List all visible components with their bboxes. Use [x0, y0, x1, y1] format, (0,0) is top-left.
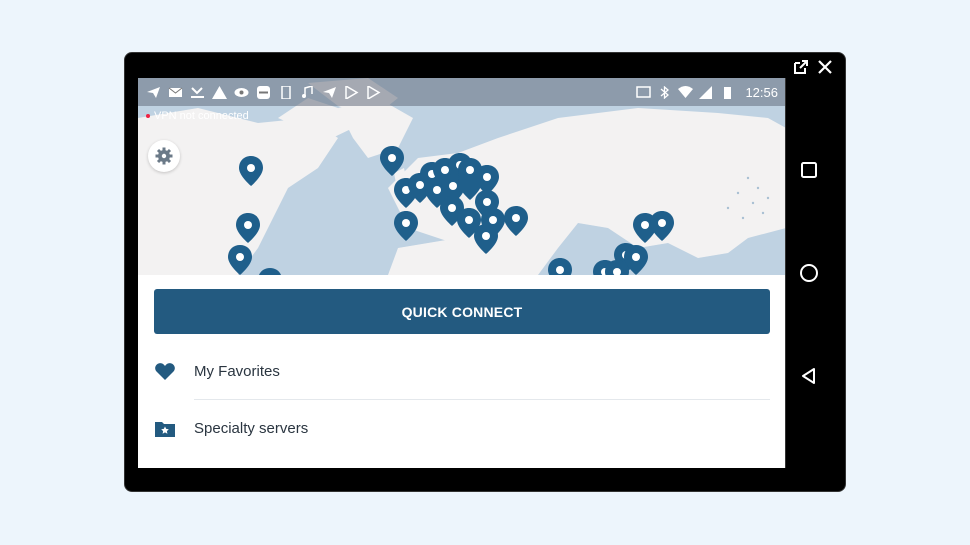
- teamviewer-icon: [256, 85, 271, 99]
- vpn-status-text: VPN not connected: [154, 110, 249, 122]
- specialty-label: Specialty servers: [194, 419, 309, 437]
- bottom-panel: QUICK CONNECT My Favorites Specialty ser…: [138, 275, 786, 468]
- server-pin-icon[interactable]: [258, 268, 282, 275]
- server-pin-icon[interactable]: [236, 213, 260, 243]
- cast-icon: [636, 85, 652, 99]
- favorites-label: My Favorites: [194, 362, 280, 380]
- clock: 12:56: [745, 84, 778, 100]
- heart-icon: [154, 360, 176, 382]
- music-icon: [300, 84, 315, 99]
- signal-icon: [699, 85, 714, 99]
- mail-icon: [168, 86, 183, 99]
- status-dot: [146, 114, 150, 118]
- triangle-back-icon[interactable]: [799, 366, 819, 386]
- server-pin-icon[interactable]: [458, 158, 482, 188]
- window-controls: [793, 59, 833, 75]
- emulator-frame: 12:56 VPN not connected QUICK CONNECT My…: [124, 52, 846, 492]
- quick-connect-button[interactable]: QUICK CONNECT: [154, 289, 770, 334]
- vpn-status: VPN not connected: [146, 110, 249, 122]
- warning-icon: [212, 85, 227, 99]
- bluetooth-icon: [657, 85, 672, 99]
- folder-star-icon: [154, 417, 176, 439]
- eye-icon: [234, 86, 249, 99]
- server-pin-icon[interactable]: [650, 211, 674, 241]
- android-statusbar: 12:56: [138, 78, 786, 106]
- external-link-icon[interactable]: [793, 59, 809, 75]
- notification-icons: [146, 84, 381, 100]
- play-store-icon: [366, 84, 381, 100]
- server-map[interactable]: 12:56 VPN not connected: [138, 78, 786, 275]
- list-item-specialty[interactable]: Specialty servers: [154, 400, 770, 456]
- system-icons: 12:56: [636, 85, 778, 100]
- list-item-favorites[interactable]: My Favorites: [154, 343, 770, 399]
- sim-icon: [278, 84, 293, 100]
- close-icon[interactable]: [817, 59, 833, 75]
- play-store-icon: [344, 84, 359, 100]
- settings-button[interactable]: [148, 140, 180, 172]
- server-pin-icon[interactable]: [605, 260, 629, 275]
- server-pin-icon[interactable]: [474, 224, 498, 254]
- send-icon: [322, 86, 337, 99]
- battery-icon: [720, 86, 735, 99]
- server-pin-icon[interactable]: [239, 156, 263, 186]
- android-navbar: [785, 78, 831, 468]
- app-screen: 12:56 VPN not connected QUICK CONNECT My…: [138, 78, 786, 468]
- square-icon[interactable]: [799, 160, 819, 180]
- server-pin-icon[interactable]: [380, 146, 404, 176]
- wifi-icon: [678, 85, 694, 99]
- send-icon: [146, 86, 161, 99]
- server-pin-icon[interactable]: [228, 245, 252, 275]
- server-pin-icon[interactable]: [548, 258, 572, 275]
- server-pin-icon[interactable]: [504, 206, 528, 236]
- circle-icon[interactable]: [799, 263, 819, 283]
- missed-call-icon: [190, 86, 205, 99]
- server-pin-icon[interactable]: [394, 211, 418, 241]
- gear-icon: [155, 147, 173, 165]
